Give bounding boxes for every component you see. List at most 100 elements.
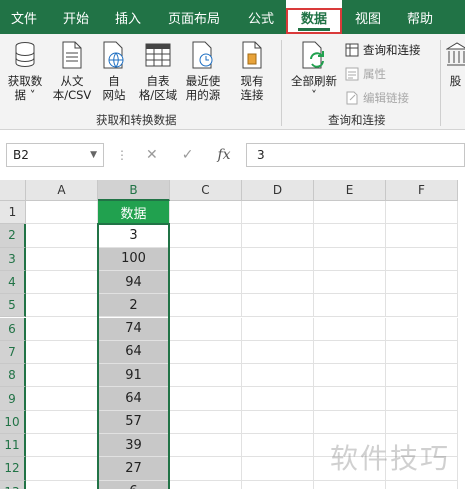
cell-b8[interactable]: 91	[98, 364, 170, 388]
from-text-csv-button[interactable]: 从文 本/CSV	[50, 40, 94, 102]
cell-b12[interactable]: 27	[98, 457, 170, 481]
row-header-9[interactable]: 9	[0, 387, 26, 411]
cell-a13[interactable]	[26, 480, 98, 489]
cell-e9[interactable]	[314, 387, 386, 411]
cell-b7[interactable]: 64	[98, 340, 170, 365]
row-header-3[interactable]: 3	[0, 247, 26, 271]
cell-d7[interactable]	[242, 340, 314, 365]
row-header-8[interactable]: 8	[0, 364, 26, 388]
cell-e10[interactable]	[314, 410, 386, 434]
column-header-b[interactable]: B	[98, 180, 170, 201]
cell-b1[interactable]: 数据	[98, 201, 170, 225]
cell-b6[interactable]: 74	[98, 317, 170, 341]
cell-d13[interactable]	[242, 480, 314, 489]
cell-c9[interactable]	[170, 387, 242, 411]
cell-f13[interactable]	[386, 480, 458, 489]
cell-c8[interactable]	[170, 364, 242, 388]
cell-f8[interactable]	[386, 364, 458, 388]
cell-e2[interactable]	[314, 224, 386, 248]
column-header-e[interactable]: E	[314, 180, 386, 201]
tab-page-layout[interactable]: 页面布局	[152, 0, 236, 34]
properties-button[interactable]: 属性	[345, 66, 386, 82]
cell-e13[interactable]	[314, 480, 386, 489]
cell-d12[interactable]	[242, 457, 314, 481]
cell-d5[interactable]	[242, 294, 314, 318]
cell-c11[interactable]	[170, 434, 242, 458]
row-header-10[interactable]: 10	[0, 410, 26, 434]
tab-overflow[interactable]	[446, 0, 465, 34]
cell-e3[interactable]	[314, 247, 386, 271]
from-table-range-button[interactable]: 自表 格/区域	[136, 40, 180, 102]
cell-e7[interactable]	[314, 340, 386, 365]
existing-connections-button[interactable]: 现有 连接	[236, 40, 268, 102]
row-header-1[interactable]: 1	[0, 201, 26, 225]
tab-formulas[interactable]: 公式	[236, 0, 286, 34]
cell-f10[interactable]	[386, 410, 458, 434]
cell-d6[interactable]	[242, 317, 314, 341]
cell-c7[interactable]	[170, 340, 242, 365]
cell-e4[interactable]	[314, 270, 386, 295]
column-header-d[interactable]: D	[242, 180, 314, 201]
column-header-c[interactable]: C	[170, 180, 242, 201]
cell-d1[interactable]	[242, 201, 314, 225]
row-header-4[interactable]: 4	[0, 270, 26, 295]
cell-b2[interactable]: 3	[98, 224, 170, 248]
cell-d4[interactable]	[242, 270, 314, 295]
cell-a1[interactable]	[26, 201, 98, 225]
cell-f5[interactable]	[386, 294, 458, 318]
cell-b13[interactable]: 6	[98, 480, 170, 489]
cell-b4[interactable]: 94	[98, 270, 170, 295]
refresh-all-button[interactable]: 全部刷新 ˅	[288, 40, 340, 102]
from-web-button[interactable]: 自 网站	[98, 40, 130, 102]
cell-b9[interactable]: 64	[98, 387, 170, 411]
cell-c4[interactable]	[170, 270, 242, 295]
cell-a5[interactable]	[26, 294, 98, 318]
cell-c1[interactable]	[170, 201, 242, 225]
cell-a11[interactable]	[26, 434, 98, 458]
cell-b11[interactable]: 39	[98, 434, 170, 458]
column-header-f[interactable]: F	[386, 180, 458, 201]
cell-a8[interactable]	[26, 364, 98, 388]
tab-help[interactable]: 帮助	[394, 0, 446, 34]
cell-d3[interactable]	[242, 247, 314, 271]
cell-c5[interactable]	[170, 294, 242, 318]
cell-c13[interactable]	[170, 480, 242, 489]
cell-a2[interactable]	[26, 224, 98, 248]
tab-data[interactable]: 数据	[286, 0, 342, 34]
row-header-13[interactable]: 13	[0, 480, 26, 489]
tab-home[interactable]: 开始	[48, 0, 104, 34]
cell-f3[interactable]	[386, 247, 458, 271]
cell-b5[interactable]: 2	[98, 294, 170, 318]
cell-f7[interactable]	[386, 340, 458, 365]
cell-f6[interactable]	[386, 317, 458, 341]
cell-b10[interactable]: 57	[98, 410, 170, 434]
cell-c2[interactable]	[170, 224, 242, 248]
cell-c6[interactable]	[170, 317, 242, 341]
confirm-icon[interactable]: ✓	[182, 147, 194, 163]
tab-file[interactable]: 文件	[0, 0, 48, 34]
stocks-button[interactable]: 股	[446, 40, 465, 88]
cell-a10[interactable]	[26, 410, 98, 434]
cell-c10[interactable]	[170, 410, 242, 434]
cell-f9[interactable]	[386, 387, 458, 411]
cell-e1[interactable]	[314, 201, 386, 225]
cell-e8[interactable]	[314, 364, 386, 388]
cell-d2[interactable]	[242, 224, 314, 248]
cell-c3[interactable]	[170, 247, 242, 271]
cell-a3[interactable]	[26, 247, 98, 271]
select-all-corner[interactable]	[0, 180, 26, 201]
cell-e5[interactable]	[314, 294, 386, 318]
cell-c12[interactable]	[170, 457, 242, 481]
tab-insert[interactable]: 插入	[104, 0, 152, 34]
cell-d9[interactable]	[242, 387, 314, 411]
name-box[interactable]: B2 ▼	[6, 143, 104, 167]
column-header-a[interactable]: A	[26, 180, 98, 201]
row-header-5[interactable]: 5	[0, 294, 26, 318]
get-data-button[interactable]: 获取数 据 ˅	[4, 40, 46, 102]
insert-function-icon[interactable]: fx	[217, 147, 230, 163]
tab-view[interactable]: 视图	[342, 0, 394, 34]
edit-links-button[interactable]: 编辑链接	[345, 90, 409, 106]
cell-d8[interactable]	[242, 364, 314, 388]
cell-f4[interactable]	[386, 270, 458, 295]
cell-a12[interactable]	[26, 457, 98, 481]
